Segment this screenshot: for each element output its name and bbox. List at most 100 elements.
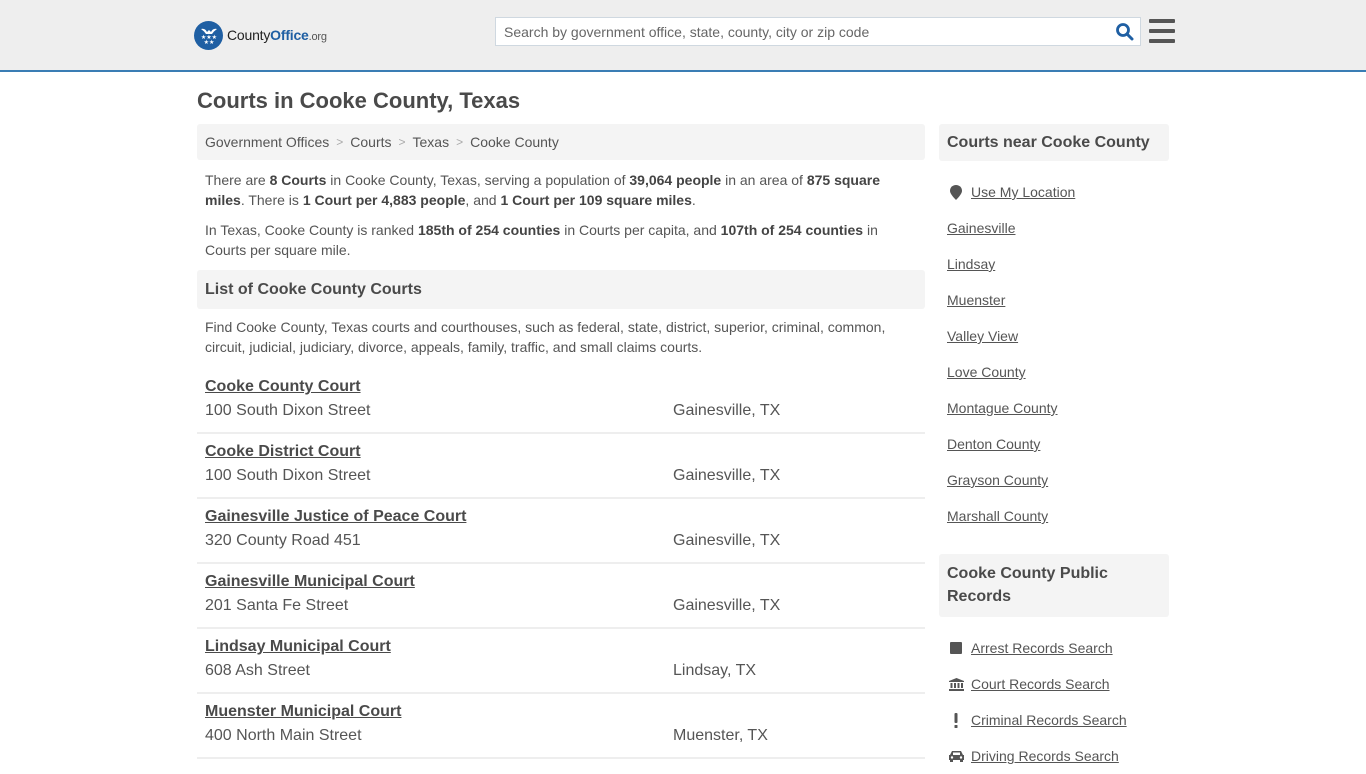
public-records-heading: Cooke County Public Records [939, 554, 1169, 617]
court-item: Gainesville Justice of Peace Court 320 C… [197, 499, 925, 564]
breadcrumb-cooke-county[interactable]: Cooke County [470, 134, 559, 150]
text: in Cooke County, Texas, serving a popula… [326, 172, 630, 188]
page-title: Courts in Cooke County, Texas [197, 88, 521, 113]
court-city: Gainesville, TX [673, 597, 781, 614]
court-records-link[interactable]: Court Records Search [971, 676, 1110, 692]
court-address: 100 South Dixon Street [205, 402, 371, 419]
nearby-link-marshall-county[interactable]: Marshall County [947, 508, 1048, 524]
nearby-link-lindsay[interactable]: Lindsay [947, 256, 995, 272]
car-icon [947, 750, 965, 762]
exclamation-icon [947, 712, 965, 728]
square-icon [947, 642, 965, 654]
eagle-stars-icon: ★★★ ★★ [194, 20, 223, 50]
breadcrumb-government-offices[interactable]: Government Offices [205, 134, 329, 150]
sidebar: Courts near Cooke County Use My Location… [939, 124, 1169, 774]
text: There are [205, 172, 270, 188]
logo-county: County [227, 27, 271, 43]
rank-per-capita: 185th of 254 counties [417, 222, 561, 238]
court-item: Muenster Municipal Court 400 North Main … [197, 694, 925, 759]
nearby-item: Grayson County [947, 462, 1161, 498]
use-my-location-link[interactable]: Use My Location [971, 184, 1075, 200]
records-item: Court Records Search [947, 666, 1161, 702]
driving-records-link[interactable]: Driving Records Search [971, 748, 1119, 764]
nearby-courts-list: Use My Location Gainesville Lindsay Muen… [939, 174, 1169, 534]
court-city: Muenster, TX [673, 727, 768, 744]
nearby-link-gainesville[interactable]: Gainesville [947, 220, 1015, 236]
text: in Courts per capita, and [560, 222, 721, 238]
text: . There is [240, 192, 303, 208]
courthouse-icon [947, 677, 965, 691]
nearby-item: Lindsay [947, 246, 1161, 282]
court-address: 608 Ash Street [205, 662, 310, 679]
breadcrumb-separator-icon: > [456, 135, 464, 149]
map-pin-icon [947, 184, 965, 200]
courts-per-area: 1 Court per 109 square miles [500, 192, 692, 208]
courts-per-capita: 1 Court per 4,883 people [302, 192, 466, 208]
site-header: ★★★ ★★ CountyOffice.org [0, 0, 1366, 72]
use-my-location-item: Use My Location [947, 174, 1161, 210]
court-address: 320 County Road 451 [205, 532, 361, 549]
site-logo[interactable]: ★★★ ★★ CountyOffice.org [194, 20, 327, 50]
court-link[interactable]: Cooke County Court [205, 376, 361, 398]
rank-per-area: 107th of 254 counties [720, 222, 864, 238]
nearby-item: Muenster [947, 282, 1161, 318]
records-item: Driving Records Search [947, 738, 1161, 774]
text: , and [465, 192, 501, 208]
breadcrumb: Government Offices > Courts > Texas > Co… [197, 124, 925, 160]
breadcrumb-texas[interactable]: Texas [413, 134, 450, 150]
hamburger-menu-icon[interactable] [1149, 19, 1175, 43]
court-city: Gainesville, TX [673, 402, 781, 419]
logo-org: .org [308, 31, 327, 43]
text: . [691, 192, 696, 208]
court-item: Cooke District Court 100 South Dixon Str… [197, 434, 925, 499]
nearby-item: Denton County [947, 426, 1161, 462]
public-records-list: Arrest Records Search Court Records Sear… [939, 630, 1169, 774]
court-link[interactable]: Gainesville Justice of Peace Court [205, 506, 466, 528]
menu-bar [1149, 29, 1175, 33]
nearby-item: Marshall County [947, 498, 1161, 534]
search-input[interactable] [496, 18, 1108, 45]
arrest-records-link[interactable]: Arrest Records Search [971, 640, 1113, 656]
breadcrumb-separator-icon: > [336, 135, 344, 149]
court-link[interactable]: Muenster Municipal Court [205, 701, 401, 723]
nearby-courts-heading: Courts near Cooke County [939, 124, 1169, 161]
court-city: Lindsay, TX [673, 662, 757, 679]
nearby-link-grayson-county[interactable]: Grayson County [947, 472, 1048, 488]
nearby-link-denton-county[interactable]: Denton County [947, 436, 1040, 452]
menu-bar [1149, 39, 1175, 43]
criminal-records-link[interactable]: Criminal Records Search [971, 712, 1127, 728]
breadcrumb-courts[interactable]: Courts [350, 134, 391, 150]
nearby-item: Love County [947, 354, 1161, 390]
court-city: Gainesville, TX [673, 467, 781, 484]
logo-wordmark: CountyOffice.org [227, 27, 327, 43]
records-item: Criminal Records Search [947, 702, 1161, 738]
breadcrumb-separator-icon: > [398, 135, 406, 149]
court-link[interactable]: Cooke District Court [205, 441, 361, 463]
nearby-item: Valley View [947, 318, 1161, 354]
logo-office: Office [270, 27, 309, 43]
court-city: Gainesville, TX [673, 532, 781, 549]
nearby-link-montague-county[interactable]: Montague County [947, 400, 1058, 416]
menu-bar [1149, 19, 1175, 23]
court-address: 201 Santa Fe Street [205, 597, 349, 614]
intro-ranking: In Texas, Cooke County is ranked 185th o… [205, 220, 917, 260]
court-link[interactable]: Gainesville Municipal Court [205, 571, 415, 593]
search-button[interactable] [1108, 18, 1140, 45]
nearby-link-valley-view[interactable]: Valley View [947, 328, 1018, 344]
court-item: Gainesville Municipal Court 201 Santa Fe… [197, 564, 925, 629]
court-list: Cooke County Court 100 South Dixon Stree… [197, 376, 925, 759]
court-item: Lindsay Municipal Court 608 Ash Street L… [197, 629, 925, 694]
intro-summary: There are 8 Courts in Cooke County, Texa… [205, 170, 917, 210]
search-bar [495, 17, 1141, 46]
court-count: 8 Courts [269, 172, 327, 188]
main-content: Government Offices > Courts > Texas > Co… [197, 124, 925, 759]
nearby-link-love-county[interactable]: Love County [947, 364, 1026, 380]
intro-text: There are 8 Courts in Cooke County, Texa… [197, 170, 925, 260]
svg-text:★★: ★★ [203, 39, 214, 46]
nearby-link-muenster[interactable]: Muenster [947, 292, 1005, 308]
court-address: 100 South Dixon Street [205, 467, 371, 484]
court-address: 400 North Main Street [205, 727, 362, 744]
text: in an area of [721, 172, 807, 188]
court-list-heading: List of Cooke County Courts [197, 270, 925, 309]
court-link[interactable]: Lindsay Municipal Court [205, 636, 391, 658]
